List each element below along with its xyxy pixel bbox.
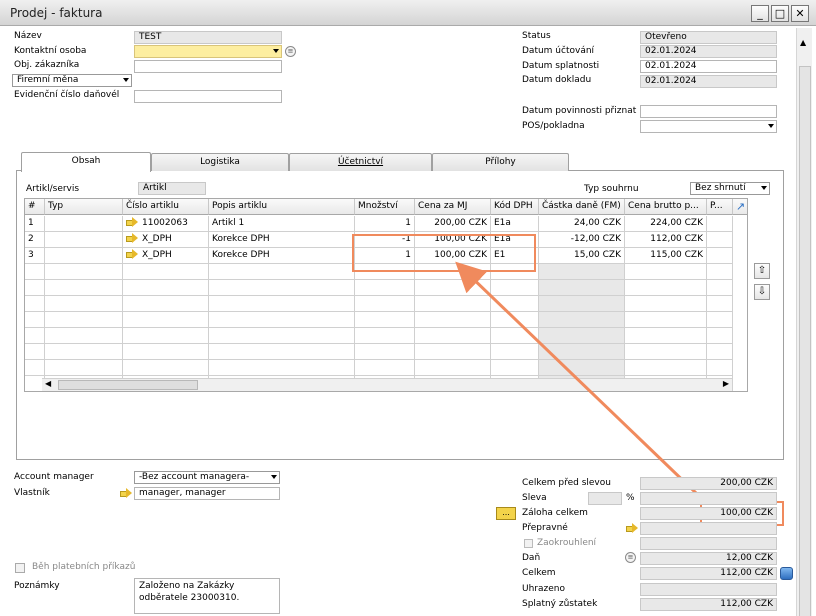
total-label: Celkem [522, 568, 556, 578]
total-field: 112,00 CZK [640, 567, 777, 580]
owner-label: Vlastník [14, 488, 50, 498]
before-discount-field: 200,00 CZK [640, 477, 777, 490]
advance-details-button[interactable]: ... [496, 507, 516, 520]
currency-coins-icon[interactable] [780, 567, 793, 580]
info-icon[interactable]: ≡ [625, 552, 636, 563]
freight-field [640, 522, 777, 535]
rounding-checkbox[interactable] [524, 539, 533, 548]
discount-label: Sleva [522, 493, 547, 503]
tax-field: 12,00 CZK [640, 552, 777, 565]
discount-percent-field[interactable] [588, 492, 622, 505]
before-discount-label: Celkem před slevou [522, 478, 611, 488]
paid-label: Uhrazeno [522, 584, 565, 594]
payment-run-label: Běh platebních příkazů [32, 562, 136, 572]
chevron-down-icon [271, 475, 277, 479]
rounding-field [640, 537, 777, 550]
payment-run-checkbox[interactable] [15, 563, 25, 573]
paid-field [640, 583, 777, 596]
remarks-label: Poznámky [14, 581, 60, 591]
percent-sign: % [626, 493, 635, 503]
tab-contents[interactable]: Obsah [21, 152, 151, 172]
balance-field: 112,00 CZK [640, 598, 777, 611]
tax-label: Daň [522, 553, 541, 563]
remarks-field[interactable]: Založeno na Zakázky odběratele 23000310. [134, 578, 280, 614]
account-manager-dropdown[interactable]: -Bez account managera- [134, 471, 280, 484]
owner-field[interactable]: manager, manager [134, 487, 280, 500]
advance-label: Záloha celkem [522, 508, 588, 518]
balance-label: Splatný zůstatek [522, 599, 598, 609]
account-manager-label: Account manager [14, 472, 94, 482]
discount-amount-field[interactable] [640, 492, 777, 505]
freight-label: Přepravné [522, 523, 568, 533]
rounding-label: Zaokrouhlení [537, 538, 597, 548]
advance-field: 100,00 CZK [640, 507, 777, 520]
